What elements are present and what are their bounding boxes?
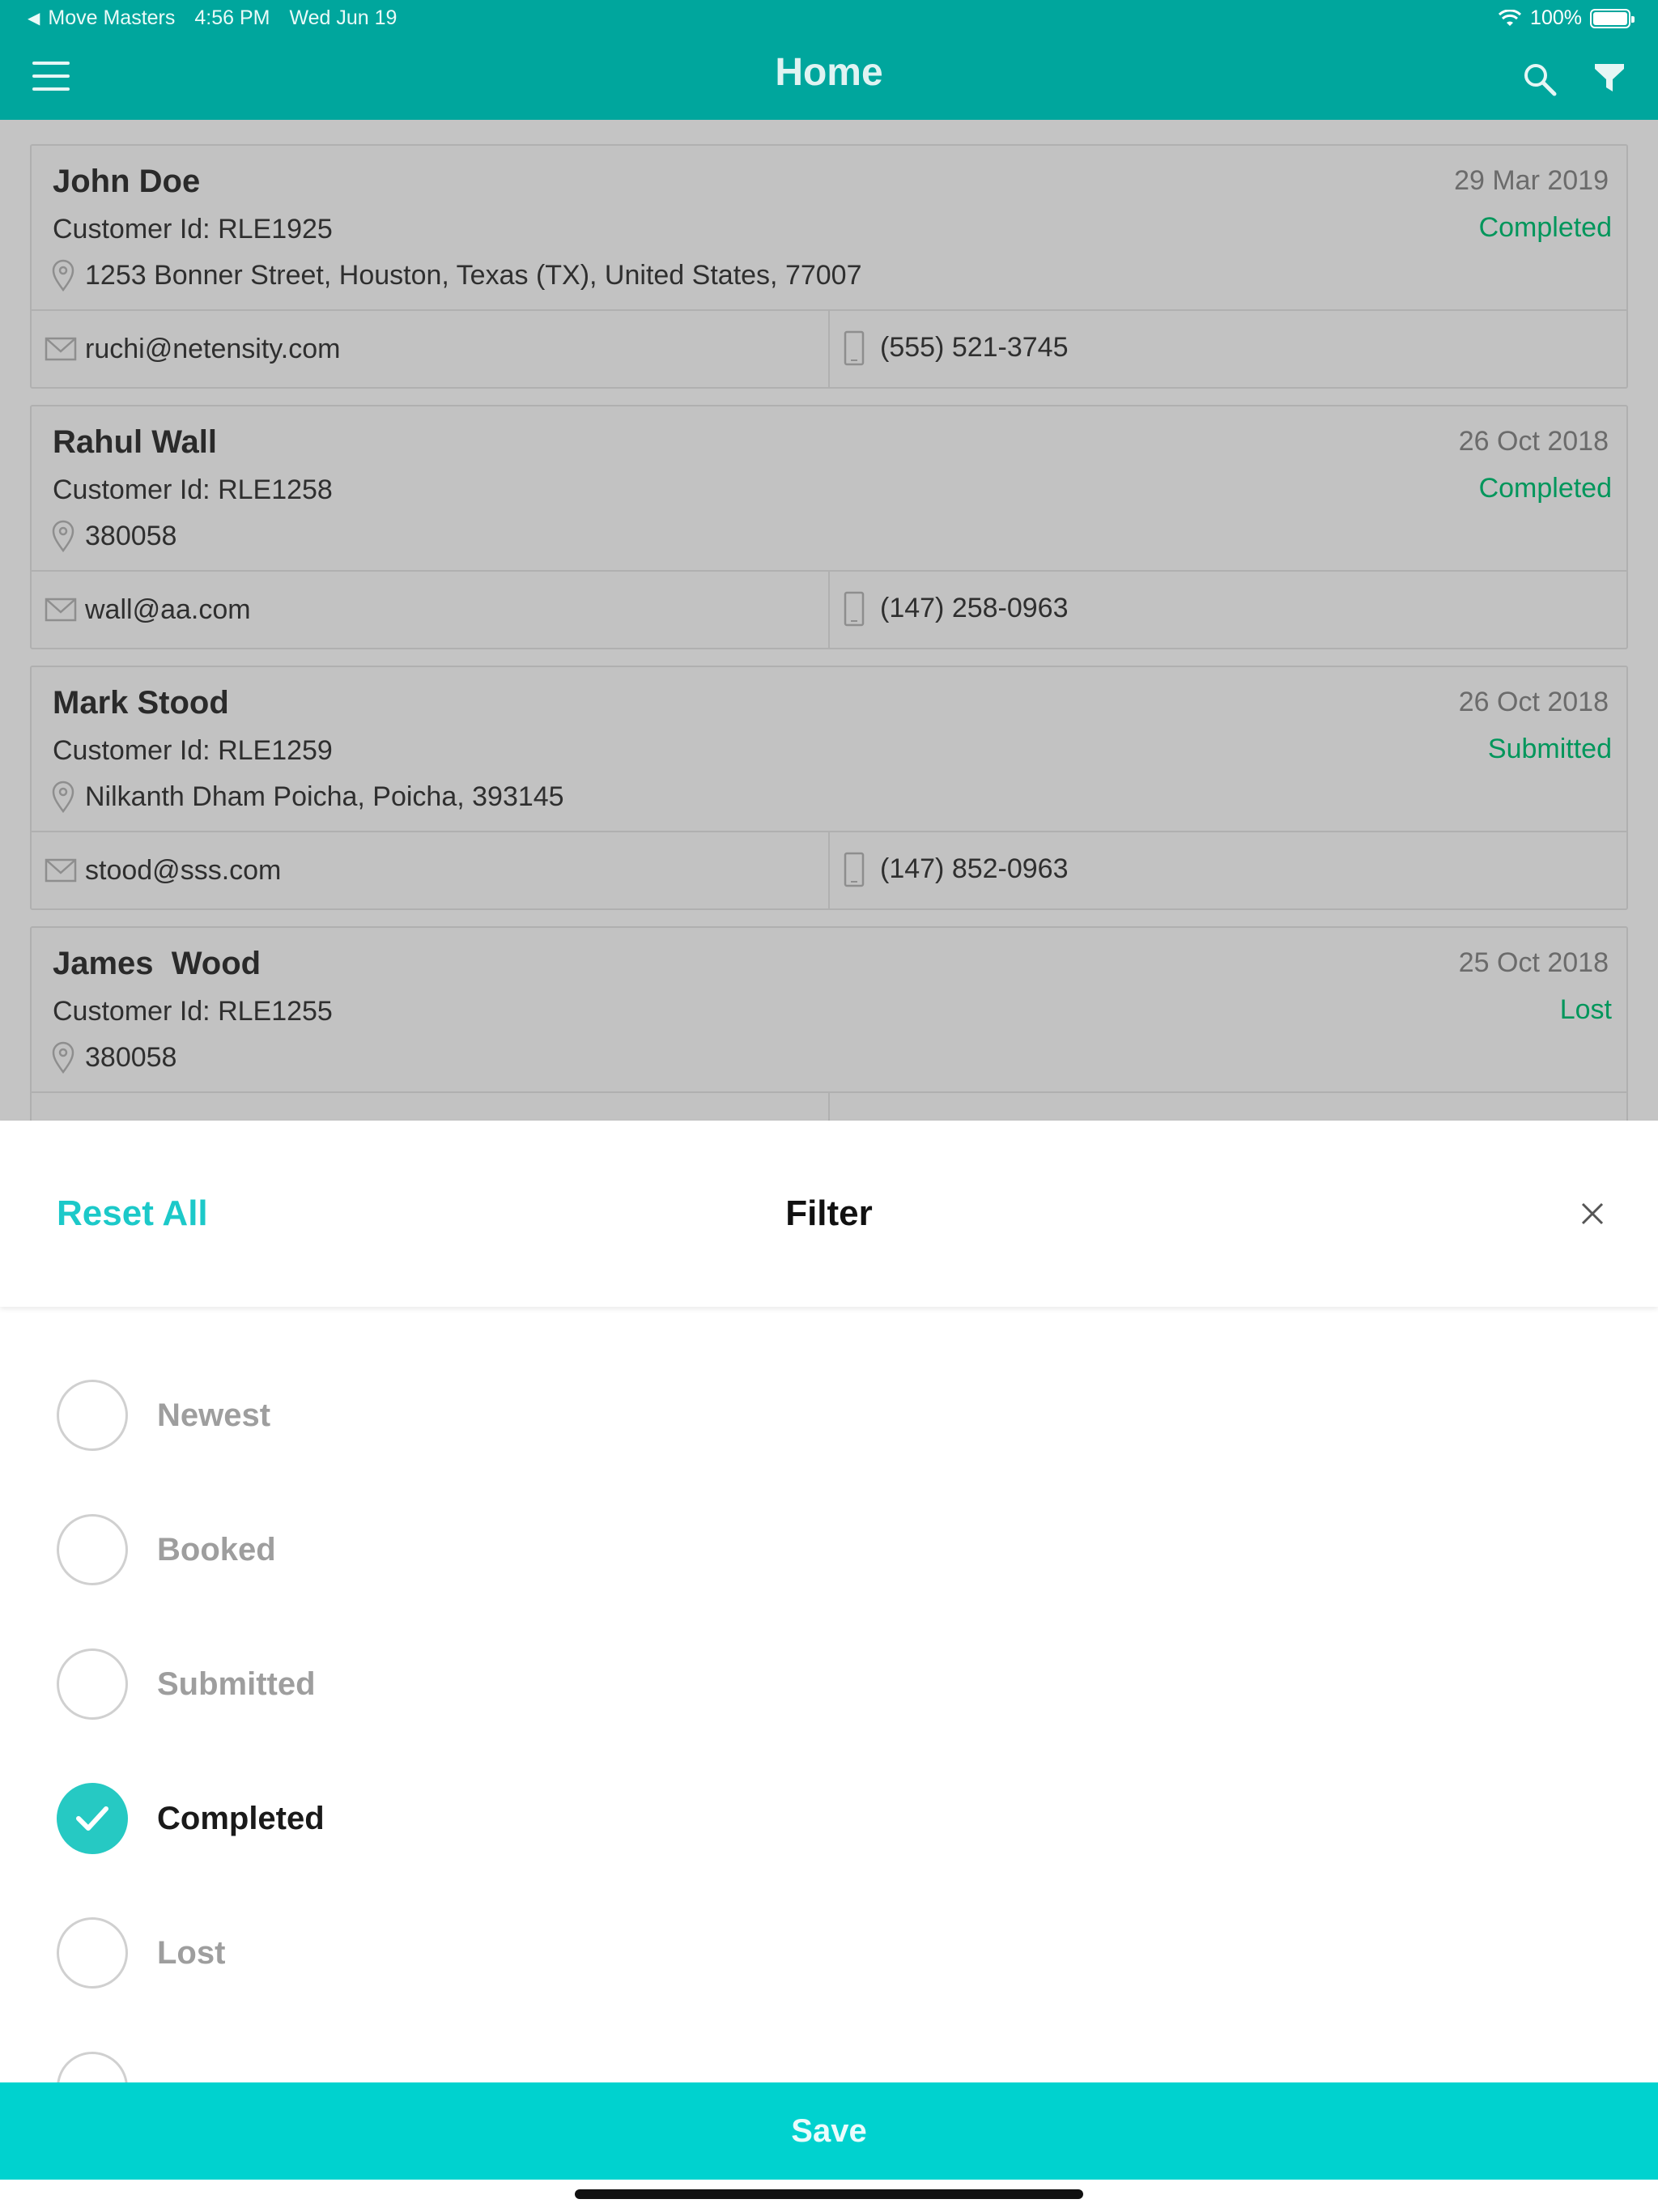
customer-id: Customer Id: RLE1258 xyxy=(53,474,333,505)
filter-option-submitted[interactable]: Submitted xyxy=(57,1648,316,1720)
customer-address: Nilkanth Dham Poicha, Poicha, 393145 xyxy=(85,781,564,812)
customer-date: 25 Oct 2018 xyxy=(1458,947,1609,978)
customer-email[interactable]: stood@sss.com xyxy=(85,855,281,887)
customer-date: 26 Oct 2018 xyxy=(1458,426,1609,457)
checkmark-icon xyxy=(76,1806,108,1831)
mail-icon xyxy=(45,598,77,622)
status-time: 4:56 PM xyxy=(194,6,270,29)
status-badge: Lost xyxy=(1559,994,1612,1025)
radio-button[interactable] xyxy=(57,1514,128,1585)
radio-button-checked[interactable] xyxy=(57,1783,128,1854)
phone-icon xyxy=(844,591,865,627)
save-button[interactable]: Save xyxy=(0,2082,1658,2180)
phone-cell[interactable]: (147) 852-0963 xyxy=(828,832,1626,908)
customer-address: 380058 xyxy=(85,1042,177,1073)
customer-list: John Doe Customer Id: RLE1925 1253 Bonne… xyxy=(0,120,1658,1121)
radio-button[interactable] xyxy=(57,1380,128,1451)
status-badge: Completed xyxy=(1478,212,1612,243)
customer-name: John Doe xyxy=(53,164,201,199)
back-triangle-icon[interactable]: ◀ xyxy=(28,8,40,28)
status-bar-left: ◀ Move Masters 4:56 PM Wed Jun 19 xyxy=(28,6,397,30)
customer-card[interactable]: Mark Stood Customer Id: RLE1259 Nilkanth… xyxy=(30,666,1628,910)
filter-option-label: Lost xyxy=(157,1934,226,1971)
customer-date: 26 Oct 2018 xyxy=(1458,687,1609,717)
filter-header: Reset All Filter xyxy=(0,1121,1658,1307)
phone-cell[interactable] xyxy=(828,1093,1626,1121)
email-cell[interactable] xyxy=(32,1093,828,1121)
customer-phone[interactable]: (147) 258-0963 xyxy=(880,593,1069,624)
mail-icon xyxy=(45,858,77,883)
filter-option-label: Submitted xyxy=(157,1665,316,1702)
location-pin-icon xyxy=(52,520,74,552)
filter-option-lost[interactable]: Lost xyxy=(57,1917,225,1989)
customer-card[interactable]: John Doe Customer Id: RLE1925 1253 Bonne… xyxy=(30,144,1628,389)
customer-email[interactable]: wall@aa.com xyxy=(85,594,251,626)
email-cell[interactable]: ruchi@netensity.com xyxy=(32,311,828,387)
phone-icon xyxy=(844,852,865,887)
customer-address: 1253 Bonner Street, Houston, Texas (TX),… xyxy=(85,260,862,291)
status-date: Wed Jun 19 xyxy=(289,6,397,29)
search-icon[interactable] xyxy=(1522,62,1558,97)
close-icon[interactable] xyxy=(1580,1202,1605,1226)
filter-sheet: Reset All Filter Newest Booked Submitted… xyxy=(0,1121,1658,2212)
status-badge: Submitted xyxy=(1487,734,1612,764)
status-bar-right: 100% xyxy=(1498,6,1635,30)
customer-card[interactable]: James Wood Customer Id: RLE1255 380058 2… xyxy=(30,926,1628,1121)
filter-option-newest[interactable]: Newest xyxy=(57,1380,270,1451)
phone-cell[interactable]: (147) 258-0963 xyxy=(828,572,1626,648)
customer-phone[interactable]: (555) 521-3745 xyxy=(880,332,1069,364)
phone-cell[interactable]: (555) 521-3745 xyxy=(828,311,1626,387)
radio-button[interactable] xyxy=(57,1917,128,1989)
customer-email[interactable]: ruchi@netensity.com xyxy=(85,334,340,365)
customer-date: 29 Mar 2019 xyxy=(1454,165,1609,196)
customer-name: James Wood xyxy=(53,946,261,981)
top-bar: ◀ Move Masters 4:56 PM Wed Jun 19 100% H… xyxy=(0,0,1658,120)
customer-address: 380058 xyxy=(85,521,177,551)
home-indicator xyxy=(575,2189,1083,2199)
email-cell[interactable]: wall@aa.com xyxy=(32,572,828,648)
filter-option-label: Completed xyxy=(157,1800,325,1836)
customer-phone[interactable]: (147) 852-0963 xyxy=(880,853,1069,885)
back-app-label[interactable]: Move Masters xyxy=(48,6,175,30)
mail-icon xyxy=(45,337,77,361)
email-cell[interactable]: stood@sss.com xyxy=(32,832,828,908)
filter-option-booked[interactable]: Booked xyxy=(57,1514,276,1585)
battery-percent: 100% xyxy=(1530,6,1582,29)
filter-option-label: Newest xyxy=(157,1397,271,1433)
filter-option-completed[interactable]: Completed xyxy=(57,1783,325,1854)
filter-option-label: Booked xyxy=(157,1531,276,1568)
customer-id: Customer Id: RLE1259 xyxy=(53,735,333,766)
page-title: Home xyxy=(775,51,883,94)
save-label: Save xyxy=(791,2112,867,2149)
funnel-filter-icon[interactable] xyxy=(1593,62,1626,94)
location-pin-icon xyxy=(52,1041,74,1074)
customer-card[interactable]: Rahul Wall Customer Id: RLE1258 380058 2… xyxy=(30,405,1628,649)
customer-id: Customer Id: RLE1255 xyxy=(53,996,333,1027)
customer-name: Rahul Wall xyxy=(53,424,217,460)
customer-id: Customer Id: RLE1925 xyxy=(53,214,333,245)
filter-title: Filter xyxy=(785,1193,873,1233)
radio-button[interactable] xyxy=(57,1648,128,1720)
battery-icon xyxy=(1590,8,1635,28)
status-badge: Completed xyxy=(1478,473,1612,504)
customer-name: Mark Stood xyxy=(53,685,229,721)
location-pin-icon xyxy=(52,259,74,291)
location-pin-icon xyxy=(52,781,74,813)
wifi-icon xyxy=(1499,9,1522,26)
phone-icon xyxy=(844,330,865,366)
